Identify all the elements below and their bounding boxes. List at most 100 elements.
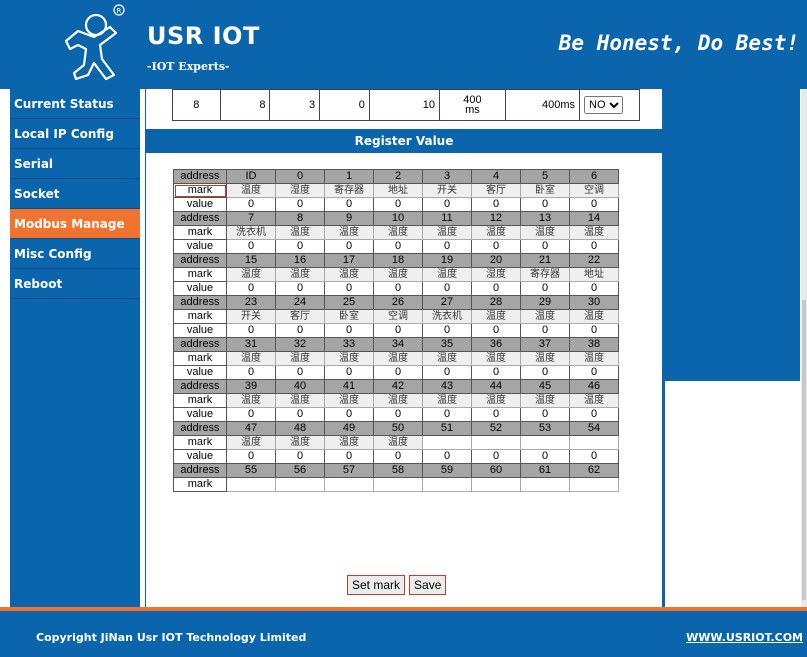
settings-cell[interactable]: 8: [219, 89, 271, 121]
sidebar-item-current-status[interactable]: Current Status: [10, 89, 140, 119]
mark-cell[interactable]: 空调: [569, 183, 619, 198]
mark-cell[interactable]: 温度: [569, 309, 619, 324]
mark-cell[interactable]: [569, 477, 619, 492]
mark-cell[interactable]: 温度: [226, 351, 276, 366]
value-cell: 0: [275, 449, 325, 464]
settings-cell[interactable]: 400ms: [504, 89, 581, 121]
mark-cell[interactable]: [422, 477, 472, 492]
mark-cell[interactable]: 地址: [373, 183, 423, 198]
main-content: 8 8 3 0 10 400 ms 400ms NO Register Valu…: [145, 89, 665, 607]
scrollbar-thumb[interactable]: [802, 300, 806, 600]
mark-cell[interactable]: 温度: [275, 393, 325, 408]
mark-cell[interactable]: 温度: [520, 309, 570, 324]
mark-cell[interactable]: 温度: [471, 309, 521, 324]
settings-cell[interactable]: 8: [172, 89, 221, 121]
mark-cell[interactable]: 卧室: [324, 309, 374, 324]
mark-cell[interactable]: 洗衣机: [226, 225, 276, 240]
timeout-cell[interactable]: 400 ms: [438, 89, 506, 121]
mark-cell[interactable]: 温度: [226, 435, 276, 450]
website-link[interactable]: WWW.USRIOT.COM: [686, 631, 803, 644]
mark-cell[interactable]: 温度: [520, 351, 570, 366]
mark-cell[interactable]: 空调: [373, 309, 423, 324]
mark-cell[interactable]: 温度: [324, 393, 374, 408]
set-mark-button[interactable]: Set mark: [347, 575, 406, 595]
mark-cell[interactable]: [422, 435, 472, 450]
sidebar-item-reboot[interactable]: Reboot: [10, 269, 140, 299]
mark-cell[interactable]: 温度: [275, 225, 325, 240]
mark-cell[interactable]: 温度: [324, 435, 374, 450]
mark-cell[interactable]: 温度: [471, 225, 521, 240]
mark-cell[interactable]: 温度: [275, 351, 325, 366]
value-cell: 0: [471, 281, 521, 296]
mark-cell[interactable]: 湿度: [471, 267, 521, 282]
address-cell: 29: [520, 295, 570, 310]
mark-cell[interactable]: 寄存器: [324, 183, 374, 198]
mark-cell[interactable]: 温度: [324, 267, 374, 282]
mark-cell[interactable]: 温度: [422, 393, 472, 408]
mark-cell[interactable]: 温度: [324, 351, 374, 366]
settings-cell[interactable]: 0: [319, 89, 370, 121]
sidebar-item-serial[interactable]: Serial: [10, 149, 140, 179]
mark-cell[interactable]: 温度: [422, 351, 472, 366]
mark-cell[interactable]: 开关: [422, 183, 472, 198]
mark-cell[interactable]: 温度: [471, 393, 521, 408]
mark-cell[interactable]: 温度: [373, 267, 423, 282]
mark-cell[interactable]: 温度: [324, 225, 374, 240]
mark-cell[interactable]: [471, 477, 521, 492]
address-cell: 12: [471, 211, 521, 226]
sidebar-item-modbus-manage[interactable]: Modbus Manage: [10, 209, 140, 239]
mark-cell[interactable]: 温度: [226, 267, 276, 282]
mark-cell[interactable]: 温度: [373, 435, 423, 450]
mark-cell[interactable]: 温度: [226, 393, 276, 408]
save-button[interactable]: Save: [409, 575, 447, 595]
mark-cell[interactable]: 寄存器: [520, 267, 570, 282]
mark-cell[interactable]: 洗衣机: [422, 309, 472, 324]
mark-cell[interactable]: 温度: [569, 351, 619, 366]
mark-cell[interactable]: [226, 477, 276, 492]
mark-cell[interactable]: 开关: [226, 309, 276, 324]
register-mark-row: mark 温度 温度 温度 温度: [173, 435, 619, 450]
mark-cell[interactable]: 温度: [373, 351, 423, 366]
mark-cell[interactable]: 温度: [226, 183, 276, 198]
mark-cell[interactable]: [520, 477, 570, 492]
mark-cell[interactable]: 湿度: [275, 183, 325, 198]
mark-cell[interactable]: 温度: [520, 393, 570, 408]
settings-cell[interactable]: 10: [368, 89, 440, 121]
address-cell: 31: [226, 337, 276, 352]
value-cell: 0: [324, 323, 374, 338]
mark-cell[interactable]: 温度: [373, 393, 423, 408]
mark-cell[interactable]: [471, 435, 521, 450]
address-cell: 34: [373, 337, 423, 352]
value-cell: 0: [471, 323, 521, 338]
mark-cell[interactable]: 温度: [275, 435, 325, 450]
row-label-value: value: [173, 449, 227, 464]
sidebar-item-local-ip-config[interactable]: Local IP Config: [10, 119, 140, 149]
mark-cell[interactable]: [324, 477, 374, 492]
yes-no-select[interactable]: NO: [584, 96, 624, 114]
mark-cell[interactable]: [275, 477, 325, 492]
mark-cell[interactable]: 温度: [471, 351, 521, 366]
mark-cell[interactable]: 地址: [569, 267, 619, 282]
mark-cell[interactable]: [520, 435, 570, 450]
mark-cell[interactable]: 卧室: [520, 183, 570, 198]
mark-cell[interactable]: [569, 435, 619, 450]
mark-cell[interactable]: 温度: [422, 225, 472, 240]
mark-cell[interactable]: 客厅: [275, 309, 325, 324]
value-cell: 0: [373, 197, 423, 212]
settings-cell[interactable]: 3: [269, 89, 321, 121]
mark-cell[interactable]: 温度: [569, 393, 619, 408]
sidebar-item-socket[interactable]: Socket: [10, 179, 140, 209]
mark-cell[interactable]: 温度: [569, 225, 619, 240]
address-cell: 30: [569, 295, 619, 310]
sidebar-item-misc-config[interactable]: Misc Config: [10, 239, 140, 269]
mark-cell[interactable]: [373, 477, 423, 492]
mark-cell[interactable]: 客厅: [471, 183, 521, 198]
mark-cell[interactable]: 温度: [520, 225, 570, 240]
register-value-row: value 0 0 0 0 0 0 0 0: [173, 197, 619, 212]
mark-cell[interactable]: 温度: [422, 267, 472, 282]
mark-cell[interactable]: 温度: [275, 267, 325, 282]
register-mark-row: mark 温度 温度 温度 温度 温度 温度 温度 温度: [173, 351, 619, 366]
address-cell: 61: [520, 463, 570, 478]
mark-cell[interactable]: 温度: [373, 225, 423, 240]
address-cell: 28: [471, 295, 521, 310]
